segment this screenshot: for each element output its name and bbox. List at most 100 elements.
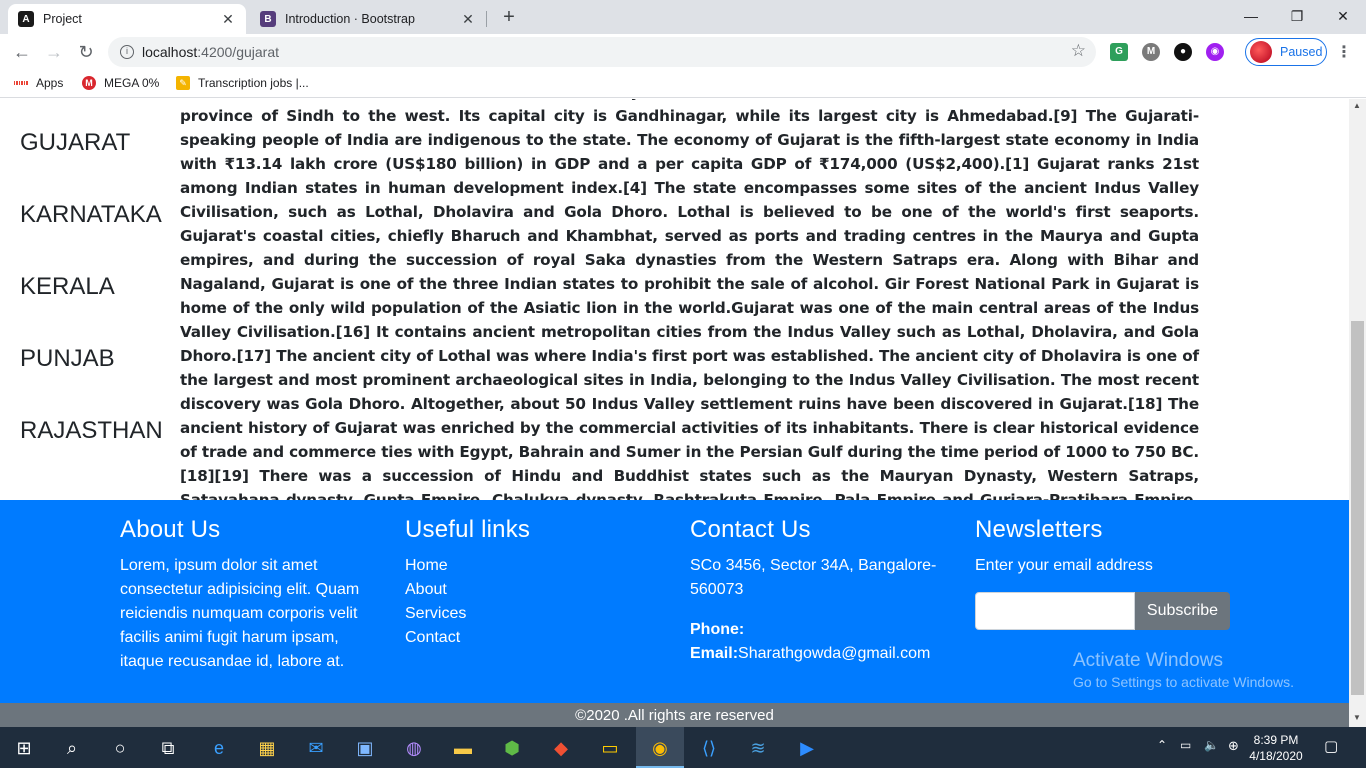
menu-icon[interactable]: ⋮ [1336, 42, 1352, 62]
new-tab-icon[interactable]: + [498, 6, 520, 29]
bootstrap-icon: B [260, 11, 276, 27]
bookmark-apps[interactable]: Apps [13, 76, 64, 90]
forward-icon[interactable]: → [42, 40, 66, 64]
profile-button[interactable]: Paused [1245, 38, 1327, 66]
bookmark-label: Transcription jobs |... [198, 76, 309, 90]
tab-project[interactable]: A Project ✕ [8, 4, 246, 34]
cortana-icon[interactable]: ○ [107, 735, 133, 761]
vscode-icon[interactable]: ⟨⟩ [696, 735, 722, 761]
reload-icon[interactable]: ↻ [74, 40, 98, 64]
email-label: Email: [690, 645, 739, 662]
eclipse-icon[interactable]: ◍ [401, 735, 427, 761]
close-icon[interactable]: ✕ [460, 11, 476, 28]
footer-link-services[interactable]: Services [405, 602, 530, 626]
phone-label: Phone: [690, 621, 745, 638]
mail-icon[interactable]: ✉ [303, 735, 329, 761]
scroll-down-icon[interactable]: ▼ [1353, 713, 1361, 722]
email-value: Sharathgowda@gmail.com [738, 645, 931, 662]
task-view-icon[interactable]: ⧉ [155, 735, 181, 761]
tab-separator [486, 11, 487, 27]
battery-icon[interactable]: ▭ [1180, 738, 1191, 752]
footer-about: About Us Lorem, ipsum dolor sit amet con… [120, 516, 365, 674]
edge-icon[interactable]: e [206, 735, 232, 761]
minimize-icon[interactable]: — [1228, 4, 1274, 28]
tab-bootstrap[interactable]: B Introduction · Bootstrap ✕ [250, 4, 486, 34]
footer-newsletter: Newsletters Enter your email address [975, 516, 1153, 578]
browser-toolbar: ← → ↻ i localhost:4200/gujarat ☆ G M ● ◉… [0, 34, 1366, 70]
watermark-title: Activate Windows [1073, 650, 1223, 671]
page-scrollbar[interactable]: ▲ ▼ [1349, 99, 1366, 727]
clock-date: 4/18/2020 [1249, 749, 1303, 763]
sidebar-item-punjab[interactable]: PUNJAB [20, 345, 115, 373]
footer-link-home[interactable]: Home [405, 554, 530, 578]
newsletter-email-input[interactable] [975, 592, 1135, 630]
tab-title: Project [43, 12, 82, 26]
bookmark-label: Apps [36, 76, 64, 90]
tab-strip: A Project ✕ B Introduction · Bootstrap ✕… [0, 0, 1366, 34]
footer-link-about[interactable]: About [405, 578, 530, 602]
terminal-icon[interactable]: ▭ [597, 735, 623, 761]
back-icon[interactable]: ← [10, 40, 34, 64]
mega-icon: M [82, 76, 96, 90]
sidebar-item-kerala[interactable]: KERALA [20, 273, 115, 301]
avatar [1250, 41, 1272, 63]
network-icon[interactable]: ⊕ [1228, 738, 1239, 754]
activate-windows-watermark: Activate Windows Go to Settings to activ… [1073, 650, 1294, 690]
scroll-thumb[interactable] [1351, 321, 1364, 695]
bookmarks-bar: Apps M MEGA 0% ✎ Transcription jobs |... [0, 70, 1366, 98]
footer-heading: Newsletters [975, 516, 1103, 543]
git-icon[interactable]: ◆ [548, 735, 574, 761]
nodejs-icon[interactable]: ⬢ [499, 735, 525, 761]
address-path: :4200/gujarat [197, 44, 279, 60]
clock-time: 8:39 PM [1253, 733, 1299, 747]
address-host: localhost [142, 44, 198, 60]
watermark-subtitle: Go to Settings to activate Windows. [1073, 674, 1294, 690]
show-hidden-icons[interactable]: ⌃ [1157, 738, 1167, 752]
contact-email: Email:Sharathgowda@gmail.com [690, 642, 940, 666]
profile-status: Paused [1280, 45, 1323, 59]
bookmark-transcription[interactable]: ✎ Transcription jobs |... [176, 76, 309, 90]
close-icon[interactable]: ✕ [220, 11, 236, 28]
search-icon[interactable]: ⌕ [59, 735, 85, 761]
bookmark-label: MEGA 0% [104, 76, 160, 90]
tab-title: Introduction · Bootstrap [285, 12, 415, 26]
restore-icon[interactable]: ❐ [1274, 4, 1320, 28]
sidebar-item-karnataka[interactable]: KARNATAKA [20, 201, 162, 229]
footer-link-contact[interactable]: Contact [405, 626, 530, 650]
extension-m-icon[interactable]: M [1142, 43, 1160, 61]
contact-address: SCo 3456, Sector 34A, Bangalore-560073 [690, 557, 937, 598]
bookmark-star-icon[interactable]: ☆ [1071, 41, 1086, 61]
taskbar-clock[interactable]: 8:39 PM 4/18/2020 [1246, 732, 1306, 764]
scroll-up-icon[interactable]: ▲ [1353, 101, 1361, 110]
sourcetree-icon[interactable]: ▣ [352, 735, 378, 761]
subscribe-form: Subscribe [975, 592, 1230, 630]
sidebar-item-gujarat[interactable]: GUJARAT [20, 129, 130, 157]
windows-start-icon[interactable]: ⊞ [11, 735, 37, 761]
bookmark-mega[interactable]: M MEGA 0% [82, 76, 159, 90]
apps-grid-icon [13, 76, 29, 90]
zoom-icon[interactable]: ▶ [794, 735, 820, 761]
contact-phone: Phone: [690, 618, 940, 642]
angular-icon: A [18, 11, 34, 27]
footer-heading: About Us [120, 516, 221, 543]
transcription-icon: ✎ [176, 76, 190, 90]
newsletter-prompt: Enter your email address [975, 557, 1153, 574]
subscribe-button[interactable]: Subscribe [1135, 592, 1230, 630]
extension-icon[interactable]: G [1110, 43, 1128, 61]
sidebar-item-rajasthan[interactable]: RAJASTHAN [20, 417, 163, 445]
notifications-icon[interactable]: ▢ [1324, 737, 1338, 755]
chrome-icon[interactable]: ◉ [647, 735, 673, 761]
file-explorer-icon[interactable]: ▬ [450, 735, 476, 761]
footer-contact: Contact Us SCo 3456, Sector 34A, Bangalo… [690, 516, 940, 666]
extension-circle-icon[interactable]: ● [1174, 43, 1192, 61]
mysql-icon[interactable]: ≋ [745, 735, 771, 761]
about-text: Lorem, ipsum dolor sit amet consectetur … [120, 557, 360, 670]
extension-purple-icon[interactable]: ◉ [1206, 43, 1224, 61]
window-close-icon[interactable]: ✕ [1320, 4, 1366, 28]
address-bar[interactable]: i localhost:4200/gujarat ☆ [108, 37, 1096, 67]
store-icon[interactable]: ▦ [254, 735, 280, 761]
volume-icon[interactable]: 🔈 [1204, 738, 1219, 752]
windows-taskbar: ⊞ ⌕ ○ ⧉ e ▦ ✉ ▣ ◍ ▬ ⬢ ◆ ▭ ◉ ⟨⟩ ≋ ▶ ⌃ ▭ 🔈… [0, 727, 1366, 768]
footer-links: Useful links Home About Services Contact [405, 516, 530, 650]
info-icon[interactable]: i [120, 45, 134, 59]
